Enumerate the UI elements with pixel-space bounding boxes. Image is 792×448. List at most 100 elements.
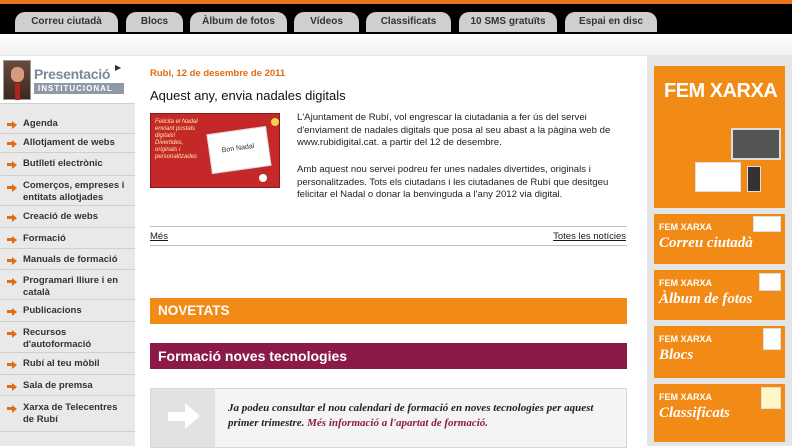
more-link[interactable]: Més — [150, 231, 168, 242]
top-orange-strip — [0, 0, 792, 4]
arrow-bullet-icon — [7, 405, 18, 413]
tab-blocs[interactable]: Blocs — [126, 12, 183, 32]
promo-small-label: FEM XARXA — [659, 392, 713, 402]
arrow-bullet-icon — [7, 308, 18, 316]
sidebar-item-recursos[interactable]: Recursos d'autoformació — [0, 322, 135, 353]
sidebar-item-butlleti[interactable]: Butlletí electrònic — [0, 153, 135, 176]
promo-big-label: Correu ciutadà — [659, 235, 753, 251]
sidebar-item-label: Butlletí electrònic — [23, 158, 103, 169]
promo-big-label: Àlbum de fotos — [659, 291, 753, 307]
greeting-card: Bon Nadal — [206, 126, 272, 174]
ornament-icon — [259, 174, 267, 182]
formacio-info-text: Ja podeu consultar el nou calendari de f… — [228, 401, 608, 431]
main-content: Rubí, 12 de desembre de 2011 Aquest any,… — [148, 56, 628, 448]
article-image-text: Felicita el Nadal enviant postals digita… — [155, 119, 198, 160]
arrow-head — [185, 403, 200, 429]
sidebar-item-label: Formació — [23, 233, 66, 244]
arrow-bullet-icon — [7, 140, 18, 148]
article-headline[interactable]: Aquest any, envia nadales digitals — [150, 88, 346, 103]
presentacio-subtitle: INSTITUCIONAL — [34, 83, 124, 94]
article-date: Rubí, 12 de desembre de 2011 — [150, 68, 286, 79]
sidebar-item-label: Sala de premsa — [23, 380, 93, 391]
sidebar-item-allotjament-webs[interactable]: Allotjament de webs — [0, 134, 135, 153]
arrow-bullet-icon — [7, 236, 18, 244]
notebook-icon — [763, 328, 781, 350]
arrow-bullet-icon — [7, 383, 18, 391]
top-navigation: Correu ciutadà Blocs Àlbum de fotos Víde… — [0, 0, 792, 34]
formacio-heading: Formació noves tecnologies — [150, 343, 627, 369]
novetats-heading: NOVETATS — [150, 298, 627, 324]
sidebar-item-label: Manuals de formació — [23, 254, 118, 265]
formacio-more-link[interactable]: Més informació a l'apartat de formació. — [307, 417, 488, 429]
sidebar-item-programari-lliure[interactable]: Programari lliure i en català — [0, 270, 135, 300]
promo-small-label: FEM XARXA — [659, 278, 713, 288]
article-divider-bottom — [150, 245, 627, 246]
tab-videos[interactable]: Vídeos — [294, 12, 359, 32]
presentacio-institucional-link[interactable]: Presentació INSTITUCIONAL ▶ — [0, 56, 135, 104]
all-news-link[interactable]: Totes les notícies — [553, 231, 626, 242]
greeting-card-text: Bon Nadal — [221, 142, 255, 155]
arrow-bullet-icon — [7, 330, 18, 338]
tab-espai-en-disc[interactable]: Espai en disc — [565, 12, 657, 32]
sidebar-item-label: Agenda — [23, 118, 58, 129]
arrow-right-icon — [151, 389, 215, 447]
sidebar-item-label: Creació de webs — [23, 211, 98, 222]
tab-classificats[interactable]: Classificats — [366, 12, 451, 32]
sidebar-item-label: Comerços, empreses i entitats allotjades — [23, 180, 125, 203]
sidebar-item-label: Allotjament de webs — [23, 137, 115, 148]
promo-correu-ciutada[interactable]: FEM XARXA Correu ciutadà — [654, 214, 785, 264]
header-band — [0, 34, 792, 56]
presentacio-title: Presentació — [34, 66, 111, 82]
arrow-bullet-icon — [7, 257, 18, 265]
fem-xarxa-title: FEM XARXA — [664, 80, 778, 102]
fem-xarxa-banner[interactable]: FEM XARXA — [654, 66, 785, 208]
avatar-tie — [15, 83, 20, 100]
chevron-right-icon: ▶ — [115, 63, 122, 72]
promo-blocs[interactable]: FEM XARXA Blocs — [654, 326, 785, 378]
ornament-icon — [271, 118, 279, 126]
sidebar-item-creacio-webs[interactable]: Creació de webs — [0, 206, 135, 228]
article-paragraph-2: Amb aquest nou servei podreu fer unes na… — [297, 164, 609, 200]
sidebar-item-label: Xarxa de Telecentres de Rubí — [23, 402, 118, 425]
tab-correu-ciutada[interactable]: Correu ciutadà — [15, 12, 118, 32]
sidebar-item-agenda[interactable]: Agenda — [0, 114, 135, 134]
arrow-bullet-icon — [7, 184, 18, 192]
arrow-bullet-icon — [7, 361, 18, 369]
sidebar-item-xarxa-telecentres[interactable]: Xarxa de Telecentres de Rubí — [0, 396, 135, 432]
envelope-icon — [695, 162, 741, 192]
sidebar-item-label: Rubí al teu mòbil — [23, 358, 100, 369]
promo-small-label: FEM XARXA — [659, 222, 713, 232]
photo-icon — [759, 273, 781, 291]
sidebar-item-label: Recursos d'autoformació — [23, 327, 92, 350]
note-icon — [761, 387, 781, 409]
right-column: FEM XARXA FEM XARXA Correu ciutadà FEM X… — [647, 56, 792, 446]
promo-big-label: Classificats — [659, 405, 730, 421]
tab-album-de-fotos[interactable]: Àlbum de fotos — [190, 12, 287, 32]
phone-icon — [747, 166, 761, 192]
sidebar-item-publicacions[interactable]: Publicacions — [0, 300, 135, 322]
formacio-info-box: Ja podeu consultar el nou calendari de f… — [150, 388, 627, 448]
article-divider — [150, 226, 627, 227]
mayor-avatar — [3, 60, 31, 100]
arrow-bullet-icon — [7, 161, 18, 169]
promo-small-label: FEM XARXA — [659, 334, 713, 344]
sidebar-item-formacio[interactable]: Formació — [0, 228, 135, 249]
arrow-bullet-icon — [7, 214, 18, 222]
sidebar-item-label: Publicacions — [23, 305, 82, 316]
tab-sms-gratuits[interactable]: 10 SMS gratuïts — [459, 12, 557, 32]
article-paragraph-1: L'Ajuntament de Rubí, vol engrescar la c… — [297, 112, 611, 148]
sidebar-item-comercos[interactable]: Comerços, empreses i entitats allotjades — [0, 176, 135, 206]
promo-classificats[interactable]: FEM XARXA Classificats — [654, 384, 785, 442]
laptop-icon — [731, 128, 781, 160]
sidebar-item-rubi-mobil[interactable]: Rubí al teu mòbil — [0, 353, 135, 375]
article-image[interactable]: Felicita el Nadal enviant postals digita… — [150, 113, 280, 188]
sidebar-item-sala-premsa[interactable]: Sala de premsa — [0, 375, 135, 396]
avatar-face — [11, 67, 24, 82]
arrow-bullet-icon — [7, 121, 18, 129]
promo-album-fotos[interactable]: FEM XARXA Àlbum de fotos — [654, 270, 785, 320]
sidebar-item-label: Programari lliure i en català — [23, 275, 119, 298]
promo-big-label: Blocs — [659, 347, 694, 363]
envelope-icon — [753, 216, 781, 232]
sidebar-item-manuals[interactable]: Manuals de formació — [0, 249, 135, 270]
arrow-bullet-icon — [7, 278, 18, 286]
